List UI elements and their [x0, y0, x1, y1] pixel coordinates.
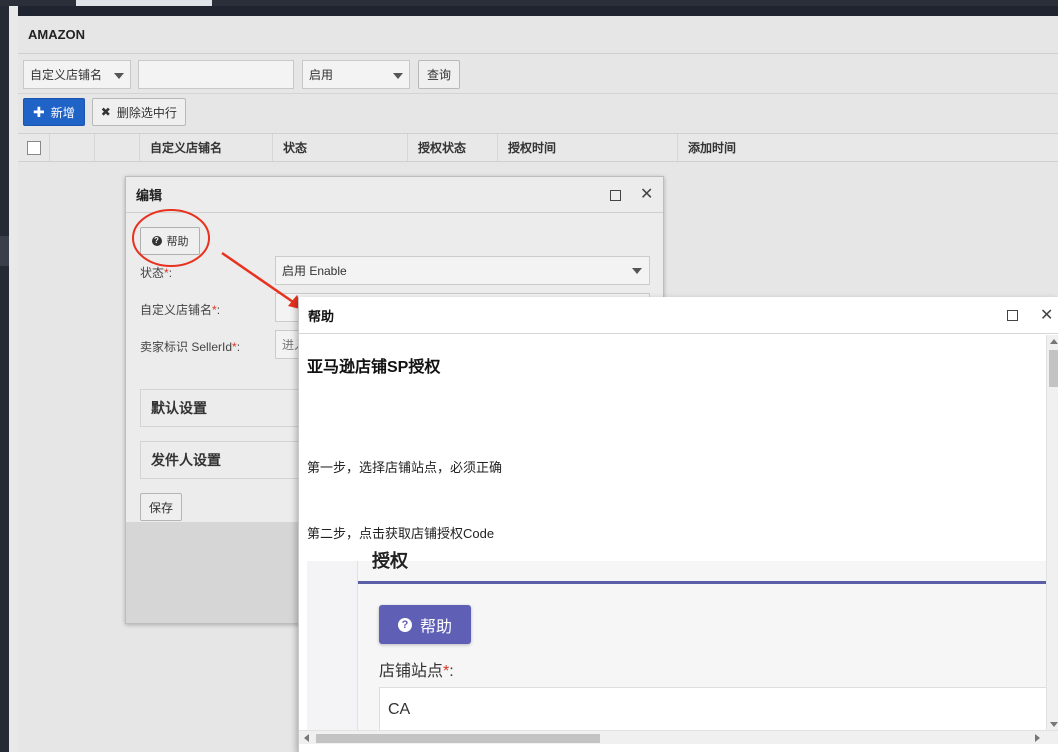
help-content: 亚马逊店铺SP授权 第一步，选择店铺站点，必须正确 第二步，点击获取店铺授权Co… — [299, 335, 1046, 730]
scroll-right-icon[interactable] — [1035, 734, 1040, 742]
chevron-down-icon — [114, 72, 124, 79]
grid-column-label: 自定义店铺名 — [150, 141, 223, 155]
grid-column-header[interactable]: 授权状态 — [408, 134, 498, 161]
question-icon: ? — [397, 617, 412, 632]
chevron-down-icon — [393, 72, 403, 79]
grid-column-label: 状态 — [283, 141, 308, 155]
scroll-up-icon[interactable] — [1050, 339, 1058, 344]
store-site-label: 店铺站点*: — [379, 663, 454, 680]
seller-id-label: 卖家标识 SellerId*: — [140, 340, 241, 354]
scrollbar-thumb[interactable] — [316, 734, 600, 743]
status-select-value: 启用 — [309, 67, 334, 82]
scrollbar-thumb[interactable] — [1049, 350, 1058, 387]
sidebar-marker — [0, 236, 9, 266]
embedded-help-button: ? 帮助 — [379, 605, 471, 644]
active-tab-indicator[interactable] — [76, 0, 212, 6]
help-step: 第二步，点击获取店铺授权Code — [307, 526, 495, 541]
help-dialog-title: 帮助 — [308, 308, 335, 324]
close-button[interactable]: ✕ — [1040, 297, 1053, 334]
search-input[interactable] — [138, 59, 294, 89]
divider — [18, 93, 1058, 94]
store-site-value: CA — [388, 700, 411, 718]
grid-column-blank — [50, 134, 95, 161]
select-all-checkbox[interactable] — [27, 140, 41, 155]
embedded-screenshot: 授权 ? 帮助 店铺站点*: CA — [307, 551, 1046, 730]
maximize-button[interactable] — [1007, 297, 1018, 334]
filter-row: 自定义店铺名 启用 查询 — [23, 59, 461, 89]
help-dialog-header: 帮助 ✕ — [299, 297, 1058, 334]
plus-icon: ✚ — [33, 103, 45, 120]
help-button-label: 帮助 — [166, 236, 189, 248]
top-bar — [0, 0, 1058, 6]
close-icon: ✖ — [100, 105, 111, 119]
action-row: ✚ 新增 ✖ 删除选中行 — [23, 98, 186, 126]
store-name-label-text: 自定义店铺名 — [140, 303, 213, 317]
required-mark: * — [212, 303, 217, 317]
store-name-label: 自定义店铺名*: — [140, 303, 221, 317]
horizontal-scrollbar[interactable] — [299, 730, 1058, 744]
add-button-label: 新增 — [50, 105, 75, 120]
required-mark: * — [232, 340, 237, 354]
chevron-down-icon — [632, 268, 642, 274]
required-mark: * — [164, 266, 169, 280]
page-title: AMAZON — [28, 27, 86, 42]
status-field-value: 启用 Enable — [282, 264, 347, 278]
section-title: 发件人设置 — [151, 452, 221, 468]
section-title: 默认设置 — [151, 400, 207, 416]
grid-column-header[interactable]: 授权时间 — [498, 134, 678, 161]
edit-dialog-header: 编辑 ✕ — [126, 177, 663, 213]
embedded-help-label: 帮助 — [419, 618, 452, 636]
query-button-label: 查询 — [427, 67, 452, 82]
grid-column-header[interactable]: 自定义店铺名 — [140, 134, 273, 161]
status-label-text: 状态 — [140, 266, 165, 280]
grid-column-label: 授权状态 — [418, 141, 467, 155]
add-button[interactable]: ✚ 新增 — [23, 98, 85, 126]
store-name-select-value: 自定义店铺名 — [30, 67, 103, 82]
delete-selected-button[interactable]: ✖ 删除选中行 — [91, 98, 186, 126]
grid-column-label: 添加时间 — [688, 141, 737, 155]
status-field[interactable]: 启用 Enable — [275, 256, 650, 285]
save-button-label: 保存 — [148, 500, 173, 515]
query-button[interactable]: 查询 — [418, 59, 461, 89]
vertical-scrollbar[interactable] — [1046, 335, 1058, 731]
maximize-icon — [1007, 310, 1018, 321]
store-site-label-text: 店铺站点 — [379, 663, 444, 680]
maximize-button[interactable] — [610, 177, 621, 213]
maximize-icon — [610, 189, 621, 201]
select-all-cell — [18, 134, 50, 161]
status-label: 状态*: — [140, 266, 173, 280]
panel-title-bar: AMAZON — [18, 16, 1058, 54]
edit-dialog-title: 编辑 — [136, 188, 163, 203]
scroll-down-icon[interactable] — [1050, 722, 1058, 727]
embedded-panel: 授权 ? 帮助 店铺站点*: CA — [357, 551, 1046, 730]
status-select[interactable]: 启用 — [302, 59, 410, 89]
delete-button-label: 删除选中行 — [116, 105, 177, 120]
grid-column-blank — [95, 134, 140, 161]
close-icon: ✕ — [640, 186, 654, 203]
sidebar-edge — [0, 6, 9, 752]
gutter — [9, 6, 18, 752]
embedded-title: 授权 — [372, 551, 408, 571]
help-dialog: 帮助 ✕ 亚马逊店铺SP授权 第一步，选择店铺站点，必须正确 第二步，点击获取店… — [298, 297, 1058, 752]
grid-header: 自定义店铺名 状态 授权状态 授权时间 添加时间 — [18, 133, 1058, 162]
help-heading: 亚马逊店铺SP授权 — [307, 359, 441, 376]
scroll-left-icon[interactable] — [304, 734, 309, 742]
grid-column-label: 授权时间 — [508, 141, 557, 155]
save-button[interactable]: 保存 — [140, 493, 182, 521]
question-icon: ? — [151, 236, 162, 246]
help-step: 第一步，选择店铺站点，必须正确 — [307, 460, 503, 475]
close-button[interactable]: ✕ — [640, 177, 653, 213]
store-site-field: CA — [379, 687, 1046, 730]
store-name-select[interactable]: 自定义店铺名 — [23, 59, 131, 89]
embedded-title-underline — [358, 581, 1046, 584]
close-icon: ✕ — [1040, 306, 1054, 324]
required-mark: * — [443, 663, 450, 680]
help-button[interactable]: ? 帮助 — [140, 227, 200, 255]
grid-column-header[interactable]: 添加时间 — [678, 134, 1058, 161]
seller-id-label-text: 卖家标识 SellerId — [140, 340, 233, 354]
grid-column-header[interactable]: 状态 — [273, 134, 408, 161]
